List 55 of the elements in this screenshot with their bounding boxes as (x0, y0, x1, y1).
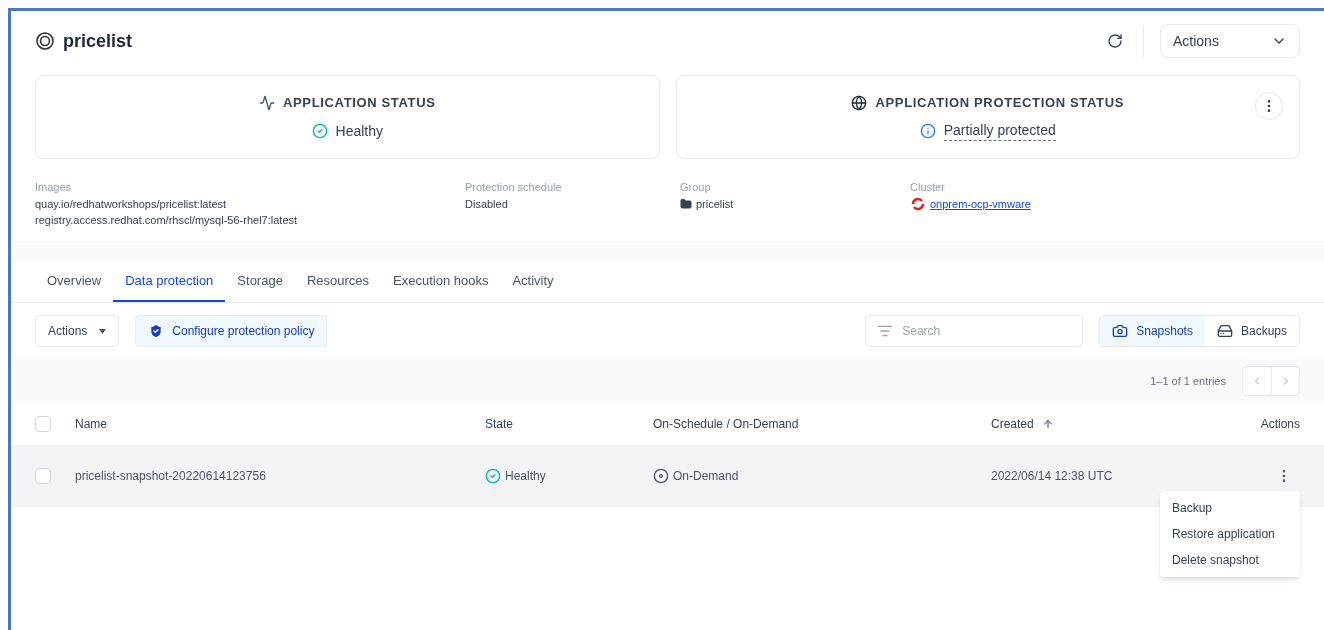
detail-value: Disabled (465, 196, 509, 212)
configure-policy-button[interactable]: Configure protection policy (135, 315, 328, 347)
info-icon (919, 122, 936, 139)
status-value: Partially protected (943, 120, 1056, 142)
detail-value: pricelist (696, 196, 734, 212)
detail-label: Group (680, 180, 712, 195)
column-header: State (485, 416, 515, 433)
status-value: Healthy (335, 121, 383, 141)
table-cell-text: 2022/06/14 12:38 UTC (991, 468, 1114, 485)
card-title: APPLICATION STATUS (283, 94, 436, 113)
shield-icon (148, 323, 165, 339)
actions-dropdown[interactable]: Actions (35, 315, 120, 347)
tab[interactable]: Storage (225, 260, 295, 302)
globe-icon (851, 94, 868, 111)
detail-label: Images (35, 180, 73, 195)
pulse-icon (259, 95, 275, 111)
card-title: APPLICATION PROTECTION STATUS (875, 93, 1124, 112)
column-header: On-Schedule / On-Demand (653, 416, 800, 433)
folder-icon (680, 197, 692, 210)
table-cell-text: On-Demand (673, 468, 739, 485)
pagination-text: 1–1 of 1 entries (1150, 373, 1226, 389)
disc-icon (653, 468, 669, 484)
tab[interactable]: Activity (500, 260, 566, 302)
detail-label: Protection schedule (465, 180, 563, 195)
refresh-icon (1107, 33, 1123, 49)
filter-icon (877, 323, 894, 339)
select-all-checkbox[interactable] (35, 416, 51, 432)
table-cell-text: Healthy (505, 468, 546, 485)
caret-icon (99, 328, 107, 334)
logo-icon (35, 31, 55, 51)
cluster-link[interactable]: onprem-ocp-vmware (930, 195, 1031, 212)
tab[interactable]: Overview (35, 260, 114, 302)
detail-value: quay.io/redhatworkshops/pricelist:latest (35, 196, 228, 212)
search-field[interactable]: Search (865, 315, 1084, 347)
column-header: Name (75, 416, 108, 433)
check-circle-icon (311, 122, 328, 139)
tab[interactable]: Resources (294, 260, 382, 302)
column-header: Actions (1259, 416, 1300, 433)
tab[interactable]: Execution hooks (381, 260, 501, 302)
camera-icon (1112, 323, 1129, 339)
sort-arrow-icon (1041, 418, 1054, 430)
menu-item[interactable]: Delete snapshot (1160, 547, 1300, 573)
tab[interactable]: Data protection (113, 260, 226, 302)
view-toggle[interactable]: Snapshots (1100, 316, 1205, 346)
row-checkbox[interactable] (35, 468, 51, 484)
column-header: Created (991, 416, 1034, 433)
detail-value: registry.access.redhat.com/rhscl/mysql-56-rhel7:latest (35, 213, 299, 228)
table-cell-text: pricelist-snapshot-20220614123756 (75, 468, 267, 485)
check-circle-icon (485, 468, 501, 484)
drive-icon (1216, 323, 1233, 339)
actions-dropdown[interactable]: Actions (1160, 24, 1300, 58)
app-title: pricelist (63, 30, 133, 53)
menu-item[interactable]: Restore application (1160, 521, 1300, 547)
cluster-icon (910, 195, 926, 212)
detail-label: Cluster (910, 180, 946, 195)
